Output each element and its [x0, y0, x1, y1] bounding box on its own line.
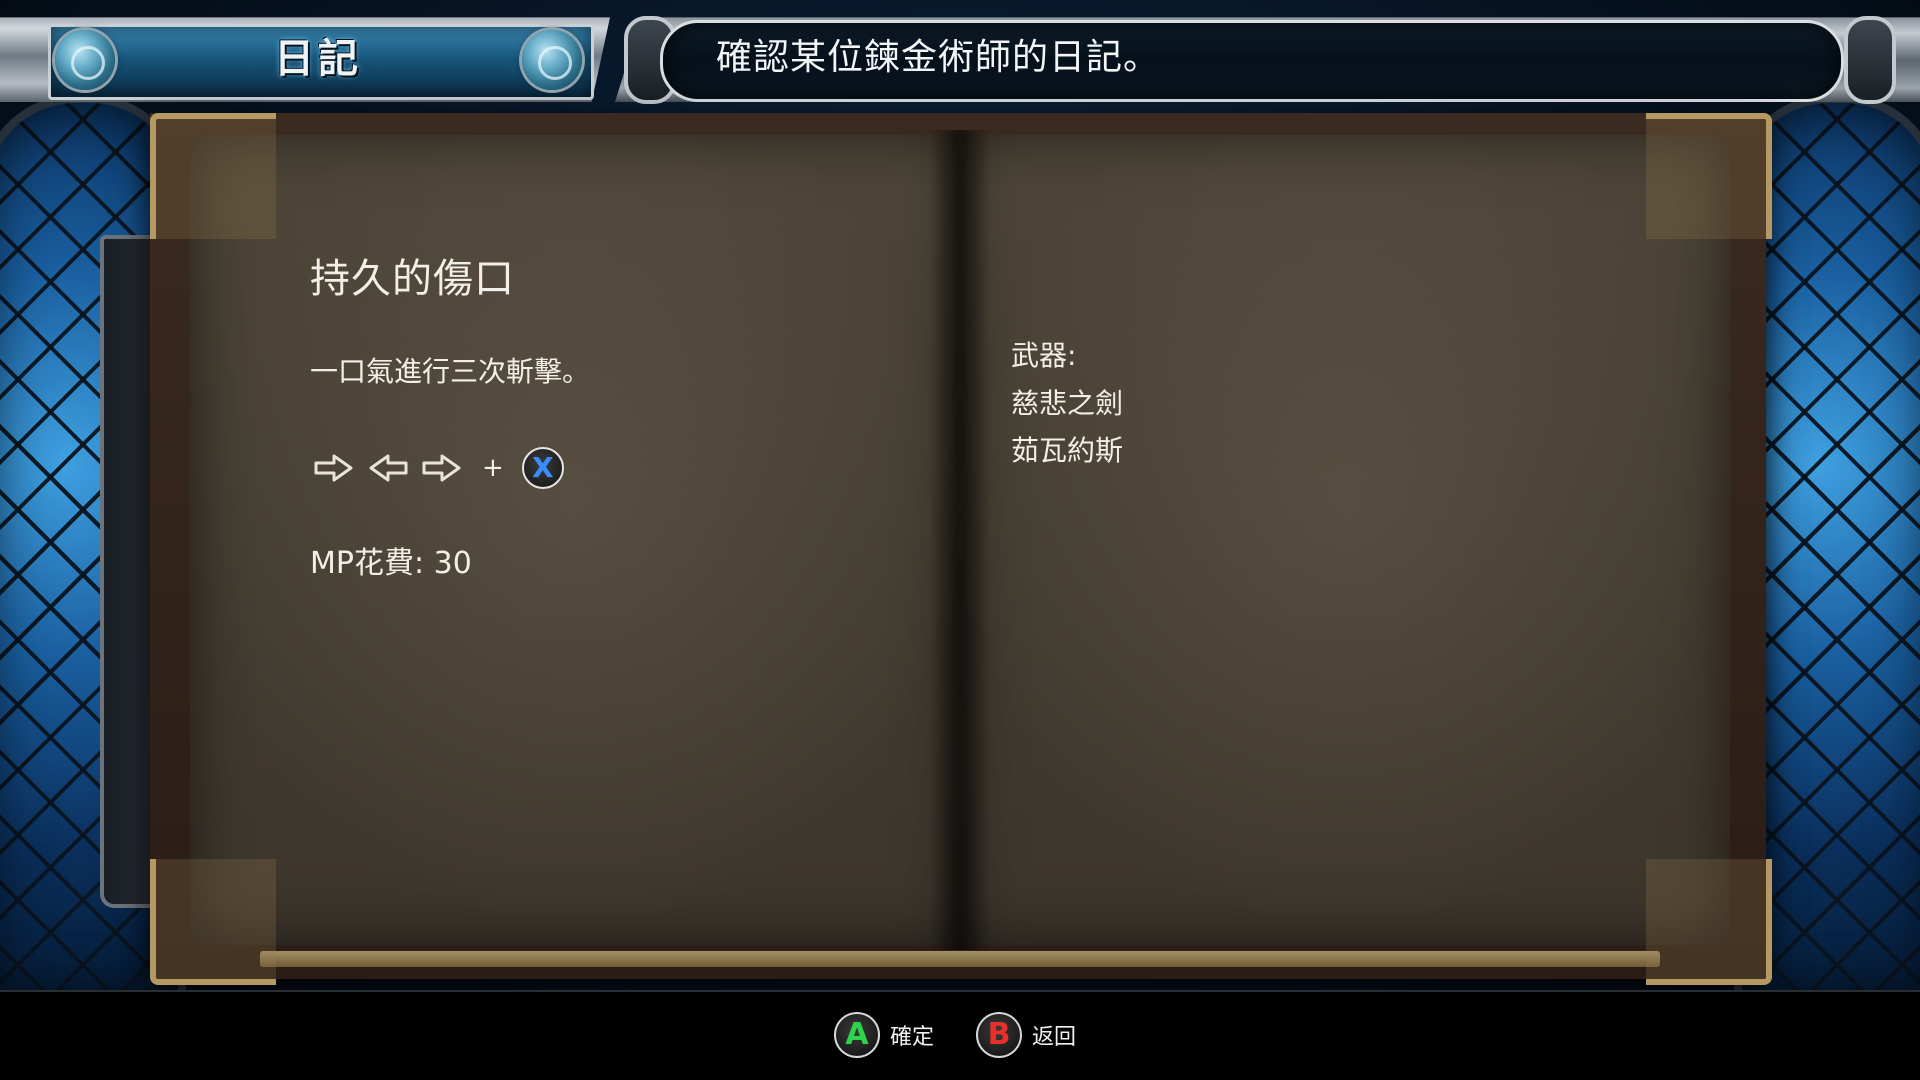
weapons-label: 武器: — [1011, 339, 1077, 372]
b-button-icon: B — [976, 1012, 1022, 1058]
gold-corner-ornament — [150, 859, 276, 985]
game-screen: 日記 確認某位鍊金術師的日記。 持久的傷口 一口氣進行三次斬擊。 + X MP花… — [0, 0, 1920, 1080]
menu-description: 確認某位鍊金術師的日記。 — [716, 37, 1161, 78]
gold-corner-ornament — [1646, 859, 1772, 985]
confirm-button[interactable]: A 確定 — [834, 1012, 934, 1058]
menu-title: 日記 — [274, 36, 362, 82]
right-arrow-icon — [312, 450, 356, 486]
skill-name: 持久的傷口 — [310, 256, 515, 302]
control-hint-bar — [0, 990, 1920, 1080]
book-right-page — [960, 135, 1730, 945]
book-page-edge — [260, 951, 1660, 967]
a-button-icon: A — [834, 1012, 880, 1058]
scroll-ornament-icon — [1844, 16, 1896, 104]
left-arrow-icon — [366, 450, 410, 486]
weapon-item: 茹瓦約斯 — [1011, 434, 1124, 467]
command-input-sequence: + X — [312, 446, 564, 490]
right-arrow-icon — [420, 450, 464, 486]
book-left-page — [190, 135, 960, 945]
skill-description: 一口氣進行三次斬擊。 — [310, 355, 591, 388]
book-spine — [930, 130, 990, 950]
back-button[interactable]: B 返回 — [976, 1012, 1076, 1058]
weapon-item: 慈悲之劍 — [1011, 387, 1124, 420]
plus-sign: + — [482, 453, 504, 483]
x-button-icon: X — [521, 447, 564, 489]
gold-corner-ornament — [150, 113, 276, 239]
mp-cost: MP花費: 30 — [310, 546, 472, 581]
back-label: 返回 — [1032, 1025, 1077, 1050]
confirm-label: 確定 — [890, 1025, 935, 1050]
gold-corner-ornament — [1646, 113, 1772, 239]
